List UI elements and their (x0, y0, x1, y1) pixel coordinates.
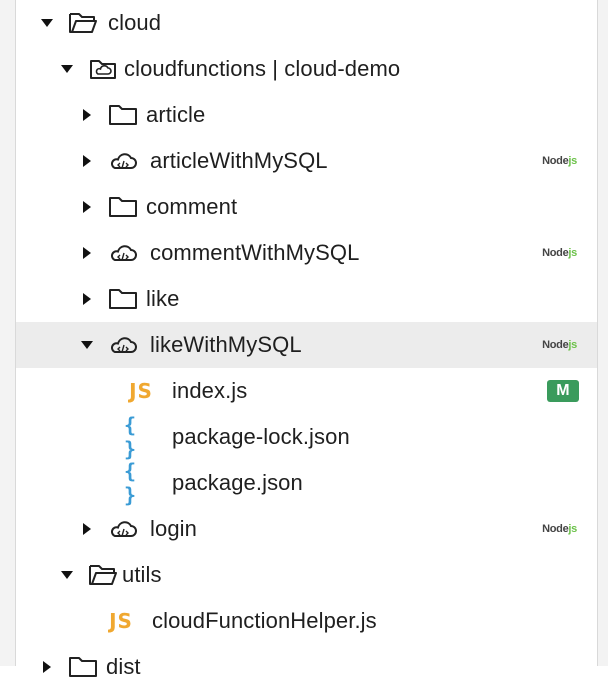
modified-badge: M (547, 380, 579, 402)
tree-item-cloudFunctionHelper-js[interactable]: JS cloudFunctionHelper.js (16, 598, 597, 644)
folder-icon (106, 101, 140, 129)
chevron-down-icon[interactable] (36, 12, 58, 34)
chevron-down-icon[interactable] (56, 564, 78, 586)
chevron-down-icon[interactable] (56, 58, 78, 80)
cloud-function-icon (106, 515, 140, 543)
tree-item-utils[interactable]: utils (16, 552, 597, 598)
tree-item-login[interactable]: login Nodejs (16, 506, 597, 552)
chevron-right-icon[interactable] (76, 104, 98, 126)
tree-item-label: cloudfunctions | cloud-demo (124, 56, 401, 81)
tree-item-package-json[interactable]: { } package.json (16, 459, 597, 507)
tree-item-label: package-lock.json (172, 424, 350, 449)
tree-item-cloudfunctions[interactable]: cloudfunctions | cloud-demo (16, 46, 597, 92)
tree-item-label: cloud (108, 10, 162, 35)
tree-item-label: index.js (172, 378, 248, 403)
tree-item-articleWithMySQL[interactable]: articleWithMySQL Nodejs (16, 138, 597, 184)
tree-item-package-lock-json[interactable]: { } package-lock.json (16, 413, 597, 461)
json-file-icon: { } (124, 413, 141, 461)
cloud-function-icon (106, 331, 140, 359)
tree-item-dist[interactable]: dist (16, 644, 597, 690)
chevron-right-icon[interactable] (36, 656, 58, 678)
chevron-down-icon[interactable] (76, 334, 98, 356)
chevron-right-icon[interactable] (76, 196, 98, 218)
chevron-right-icon[interactable] (76, 518, 98, 540)
file-tree: cloud cloudfunctions | cloud-demo articl… (16, 0, 597, 690)
tree-item-label: like (146, 286, 180, 311)
tree-item-comment[interactable]: comment (16, 184, 597, 230)
tree-item-label: dist (106, 654, 141, 679)
tree-item-label: article (146, 102, 206, 127)
tree-item-label: cloudFunctionHelper.js (152, 608, 377, 633)
js-file-icon: JS (129, 379, 153, 403)
tree-item-like[interactable]: like (16, 276, 597, 322)
cloud-function-icon (106, 147, 140, 175)
nodejs-badge: Nodejs (542, 155, 577, 167)
tree-item-label: articleWithMySQL (150, 148, 328, 173)
cloud-folder-icon (86, 55, 120, 83)
folder-open-icon (66, 9, 100, 37)
chevron-right-icon[interactable] (76, 150, 98, 172)
tree-item-label: comment (146, 194, 238, 219)
tree-item-label: commentWithMySQL (150, 240, 360, 265)
folder-open-icon (86, 561, 120, 589)
tree-item-label: likeWithMySQL (150, 332, 302, 357)
tree-item-cloud[interactable]: cloud (16, 0, 597, 46)
cloud-function-icon (106, 239, 140, 267)
tree-item-article[interactable]: article (16, 92, 597, 138)
folder-icon (106, 193, 140, 221)
tree-item-index-js[interactable]: JS index.js M (16, 368, 597, 414)
tree-item-label: package.json (172, 470, 303, 495)
nodejs-badge: Nodejs (542, 247, 577, 259)
tree-item-label: utils (122, 562, 162, 587)
tree-item-likeWithMySQL[interactable]: likeWithMySQL Nodejs (16, 322, 597, 368)
nodejs-badge: Nodejs (542, 339, 577, 351)
tree-item-label: login (150, 516, 197, 541)
folder-icon (66, 653, 100, 681)
left-panel-border (0, 0, 16, 666)
chevron-right-icon[interactable] (76, 242, 98, 264)
chevron-right-icon[interactable] (76, 288, 98, 310)
right-scrollbar-track[interactable] (597, 0, 608, 666)
folder-icon (106, 285, 140, 313)
nodejs-badge: Nodejs (542, 523, 577, 535)
json-file-icon: { } (124, 459, 141, 507)
js-file-icon: JS (109, 609, 133, 633)
tree-item-commentWithMySQL[interactable]: commentWithMySQL Nodejs (16, 230, 597, 276)
